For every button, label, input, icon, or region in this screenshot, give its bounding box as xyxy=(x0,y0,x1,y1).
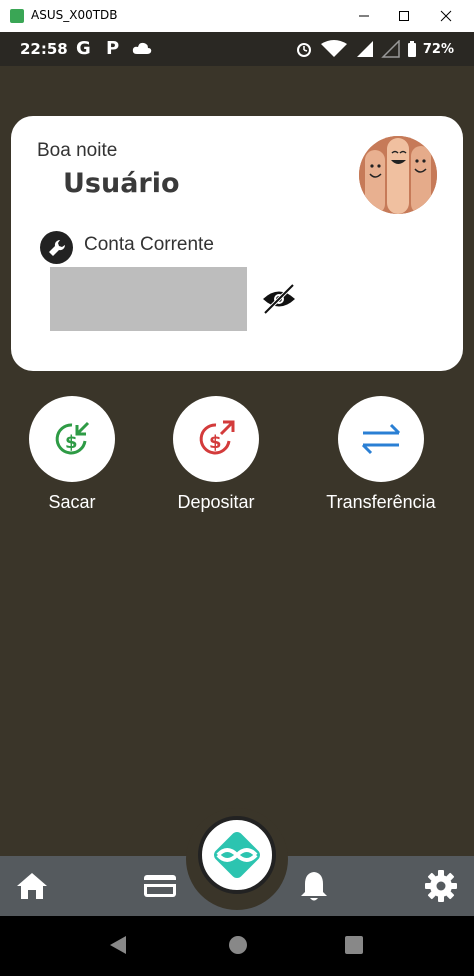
withdraw-icon: $ xyxy=(55,421,90,455)
bell-icon xyxy=(301,872,327,901)
username: Usuário xyxy=(63,168,180,199)
minimize-icon xyxy=(359,15,369,17)
deposit-icon: $ xyxy=(199,420,235,455)
avatar-image xyxy=(359,136,437,214)
balance-hidden xyxy=(50,267,247,331)
nav-notifications[interactable] xyxy=(296,868,332,904)
deposit-label: Depositar xyxy=(177,492,255,512)
close-icon xyxy=(440,10,452,22)
account-card: Boa noite Usuário Conta Corrente xyxy=(11,116,463,371)
nav-card[interactable] xyxy=(142,868,178,904)
withdraw-action[interactable]: $ Sacar xyxy=(2,396,142,513)
battery-percent: 72% xyxy=(422,41,454,57)
gear-icon xyxy=(425,870,457,902)
parking-icon: P xyxy=(106,38,120,59)
status-right: 72% xyxy=(295,40,454,58)
maximize-button[interactable] xyxy=(384,0,424,32)
minimize-button[interactable] xyxy=(344,0,384,32)
cloud-icon xyxy=(132,42,152,54)
close-button[interactable] xyxy=(426,0,466,32)
pix-button[interactable] xyxy=(198,816,276,894)
withdraw-button[interactable]: $ xyxy=(29,396,115,482)
app-root: ASUS_X00TDB 22:58 G P 72% Boa noite Usuá… xyxy=(0,0,474,976)
deposit-action[interactable]: $ Depositar xyxy=(146,396,286,513)
signal-icon xyxy=(356,41,373,57)
toggle-balance-button[interactable] xyxy=(261,282,297,316)
nav-home[interactable] xyxy=(14,868,50,904)
signal-empty-icon xyxy=(381,40,400,58)
pix-icon xyxy=(214,832,260,878)
window-titlebar: ASUS_X00TDB xyxy=(0,0,474,32)
alarm-icon xyxy=(296,43,311,57)
card-icon xyxy=(144,875,176,897)
battery-icon xyxy=(407,41,416,57)
transfer-action[interactable]: Transferência xyxy=(311,396,451,513)
eye-off-icon xyxy=(263,283,295,315)
status-time: 22:58 xyxy=(20,40,68,58)
home-circle-icon[interactable] xyxy=(228,934,248,956)
wrench-icon xyxy=(40,231,73,264)
wifi-icon xyxy=(320,40,347,57)
window-title: ASUS_X00TDB xyxy=(31,8,118,22)
avatar[interactable] xyxy=(359,136,437,214)
greeting-text: Boa noite xyxy=(37,140,118,161)
system-navigation xyxy=(0,916,474,976)
status-bar: 22:58 G P 72% xyxy=(0,32,474,66)
app-window-icon xyxy=(10,9,24,23)
deposit-button[interactable]: $ xyxy=(173,396,259,482)
transfer-button[interactable] xyxy=(338,396,424,482)
account-type-label: Conta Corrente xyxy=(84,234,214,255)
maximize-icon xyxy=(399,11,409,21)
home-icon xyxy=(17,873,47,899)
withdraw-label: Sacar xyxy=(48,492,96,512)
back-icon[interactable] xyxy=(108,934,128,956)
recents-icon[interactable] xyxy=(344,934,364,956)
transfer-icon xyxy=(361,423,401,455)
wrench-glyph xyxy=(48,239,65,256)
transfer-label: Transferência xyxy=(326,492,436,512)
nav-settings[interactable] xyxy=(423,868,459,904)
svg-text:$: $ xyxy=(209,432,222,453)
google-icon: G xyxy=(76,38,91,59)
